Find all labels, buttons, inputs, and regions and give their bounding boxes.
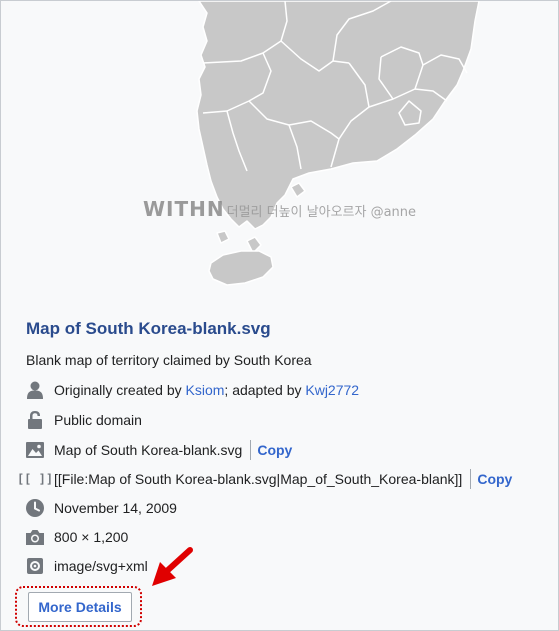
author-prefix: Originally created by [54,382,182,398]
south-korea-map [196,1,480,286]
divider [470,469,472,489]
dimensions-row: 800 × 1,200 [26,527,128,547]
highlight-outline: More Details [15,586,142,627]
user-icon [26,381,44,399]
media-detail-panel: WITHN 더멀리 더높이 날아오르자 @anne Map of South Ko… [0,0,559,631]
wikitext-row: [[ ]] [[File:Map of South Korea-blank.sv… [16,469,512,489]
image-icon [26,441,44,459]
arrow-icon [152,547,193,586]
author-link-ksiom[interactable]: Ksiom [186,382,225,398]
filename-row: Map of South Korea-blank.svg Copy [26,440,292,460]
author-row: Originally created by Ksiom; adapted by … [26,380,359,400]
watermark-text: 더멀리 더높이 날아오르자 @anne [226,205,417,220]
mime-text: image/svg+xml [54,558,148,574]
author-mid: ; adapted by [224,382,302,398]
file-description: Blank map of territory claimed by South … [26,352,312,368]
filename-text: Map of South Korea-blank.svg [54,442,243,458]
watermark-logo: WITHN [143,197,225,221]
unlock-icon [26,411,44,429]
wikitext-text: [[File:Map of South Korea-blank.svg|Map_… [54,471,463,487]
copy-filename-button[interactable]: Copy [257,442,292,458]
author-link-kwj2772[interactable]: Kwj2772 [305,382,359,398]
license-row: Public domain [26,410,142,430]
watermark: WITHN 더멀리 더높이 날아오르자 @anne [143,197,416,221]
settings-icon [26,557,44,575]
dimensions-text: 800 × 1,200 [54,529,129,545]
date-row: November 14, 2009 [26,498,177,518]
divider [250,440,252,460]
clock-icon [26,499,44,517]
date-text: November 14, 2009 [54,500,177,516]
more-details-button[interactable]: More Details [28,592,132,622]
file-title[interactable]: Map of South Korea-blank.svg [26,319,271,339]
copy-wikitext-button[interactable]: Copy [477,471,512,487]
mime-row: image/svg+xml [26,556,148,576]
wikitext-icon: [[ ]] [16,472,54,486]
license-text: Public domain [54,412,142,428]
camera-icon [26,528,44,546]
map-image: WITHN 더멀리 더높이 날아오르자 @anne [1,1,558,301]
